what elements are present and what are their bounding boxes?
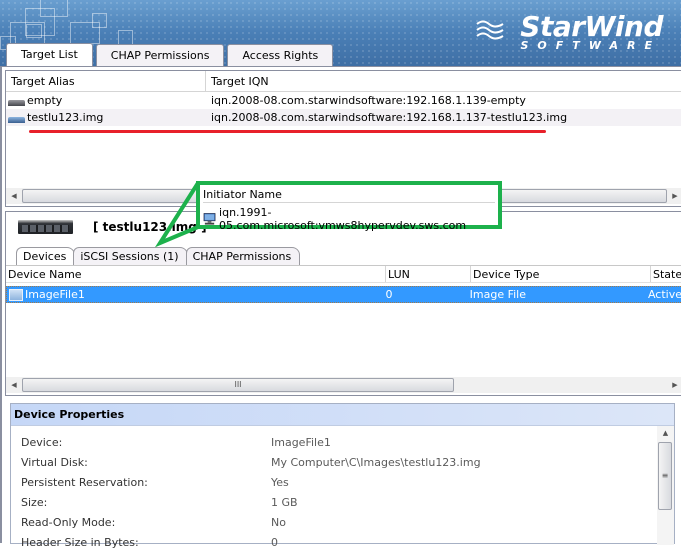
brand-tagline: SOFTWARE <box>520 39 661 52</box>
target-title: [ testlu123.img ] <box>18 220 207 234</box>
scroll-left-icon[interactable]: ◀ <box>6 192 22 200</box>
decor-square <box>40 0 68 17</box>
main-tabs: Target List CHAP Permissions Access Righ… <box>6 43 334 66</box>
devices-hscrollbar[interactable]: ◀ III ▶ <box>6 377 681 393</box>
scroll-up-icon[interactable]: ▲ <box>657 426 674 440</box>
scroll-right-icon[interactable]: ▶ <box>667 381 681 389</box>
device-properties-title: Device Properties <box>11 404 674 426</box>
decor-square <box>26 24 42 38</box>
property-row: Read-Only Mode: No <box>21 516 286 529</box>
initiator-callout: Initiator Name iqn.1991-05.com.microsoft… <box>196 181 502 232</box>
column-header-device-name[interactable]: Device Name <box>6 266 386 282</box>
server-icon <box>18 220 73 234</box>
target-row[interactable]: empty iqn.2008-08.com.starwindsoftware:1… <box>6 92 681 109</box>
device-name: ImageFile1 <box>25 288 85 301</box>
device-properties-panel: Device Properties Device: ImageFile1 Virt… <box>10 403 675 549</box>
grip-icon: III <box>234 380 242 389</box>
image-file-icon <box>9 288 23 301</box>
target-icon <box>8 116 25 123</box>
sub-tabs: Devices iSCSI Sessions (1) CHAP Permissi… <box>16 247 301 265</box>
devices-header: Device Name LUN Device Type State <box>6 265 681 283</box>
target-alias: testlu123.img <box>27 111 104 124</box>
callout-header: Initiator Name <box>203 187 495 203</box>
tab-target-list[interactable]: Target List <box>6 43 93 66</box>
scroll-thumb[interactable]: III <box>22 378 454 392</box>
scroll-thumb[interactable]: ≡ <box>658 442 672 510</box>
property-row: Device: ImageFile1 <box>21 436 331 449</box>
column-header-lun[interactable]: LUN <box>386 266 471 282</box>
brand-name: StarWind <box>520 10 663 43</box>
target-icon <box>8 99 25 106</box>
starwind-logo: StarWind SOFTWARE <box>463 12 663 52</box>
tab-chap-permissions[interactable]: CHAP Permissions <box>95 44 225 66</box>
decor-square <box>92 13 107 28</box>
column-header-device-type[interactable]: Device Type <box>471 266 651 282</box>
column-header-state[interactable]: State <box>651 266 681 282</box>
device-lun: 0 <box>385 288 393 301</box>
tab-chap-permissions-sub[interactable]: CHAP Permissions <box>185 247 301 265</box>
column-header-target-iqn[interactable]: Target IQN <box>206 71 681 91</box>
target-row[interactable]: testlu123.img iqn.2008-08.com.starwindso… <box>6 109 681 126</box>
properties-vscrollbar[interactable]: ▲ ≡ <box>657 426 674 545</box>
tab-access-rights[interactable]: Access Rights <box>227 44 334 66</box>
target-alias: empty <box>27 94 63 107</box>
waves-icon <box>476 20 504 40</box>
device-type: Image File <box>469 288 527 301</box>
target-details-panel: [ testlu123.img ] Devices iSCSI Sessions… <box>5 211 681 396</box>
device-state: Active <box>647 288 681 301</box>
computer-icon <box>203 213 216 225</box>
initiator-name: iqn.1991-05.com.microsoft:vmws8hypervdev… <box>219 206 467 232</box>
initiator-row: iqn.1991-05.com.microsoft:vmws8hypervdev… <box>203 206 498 232</box>
app-header: StarWind SOFTWARE Target List CHAP Permi… <box>0 0 681 66</box>
target-iqn: iqn.2008-08.com.starwindsoftware:192.168… <box>211 111 568 124</box>
tab-iscsi-sessions[interactable]: iSCSI Sessions (1) <box>73 247 188 265</box>
device-row[interactable]: ImageFile1 0 Image File Active <box>6 286 681 303</box>
selected-target-name: [ testlu123.img ] <box>93 220 207 234</box>
tab-devices[interactable]: Devices <box>16 247 76 265</box>
scroll-right-icon[interactable]: ▶ <box>667 192 681 200</box>
property-row: Virtual Disk: My Computer\C\Images\testlu… <box>21 456 481 469</box>
column-header-target-alias[interactable]: Target Alias <box>6 71 206 91</box>
target-list-header: Target Alias Target IQN <box>6 71 681 92</box>
property-row: Persistent Reservation: Yes <box>21 476 289 489</box>
scroll-left-icon[interactable]: ◀ <box>6 381 22 389</box>
grip-icon: ≡ <box>661 471 669 480</box>
property-row: Size: 1 GB <box>21 496 298 509</box>
red-underline-annotation <box>29 130 546 133</box>
target-iqn: iqn.2008-08.com.starwindsoftware:192.168… <box>211 94 526 107</box>
main-content: Target Alias Target IQN empty iqn.2008-0… <box>0 66 681 549</box>
property-row: Header Size in Bytes: 0 <box>21 536 278 549</box>
